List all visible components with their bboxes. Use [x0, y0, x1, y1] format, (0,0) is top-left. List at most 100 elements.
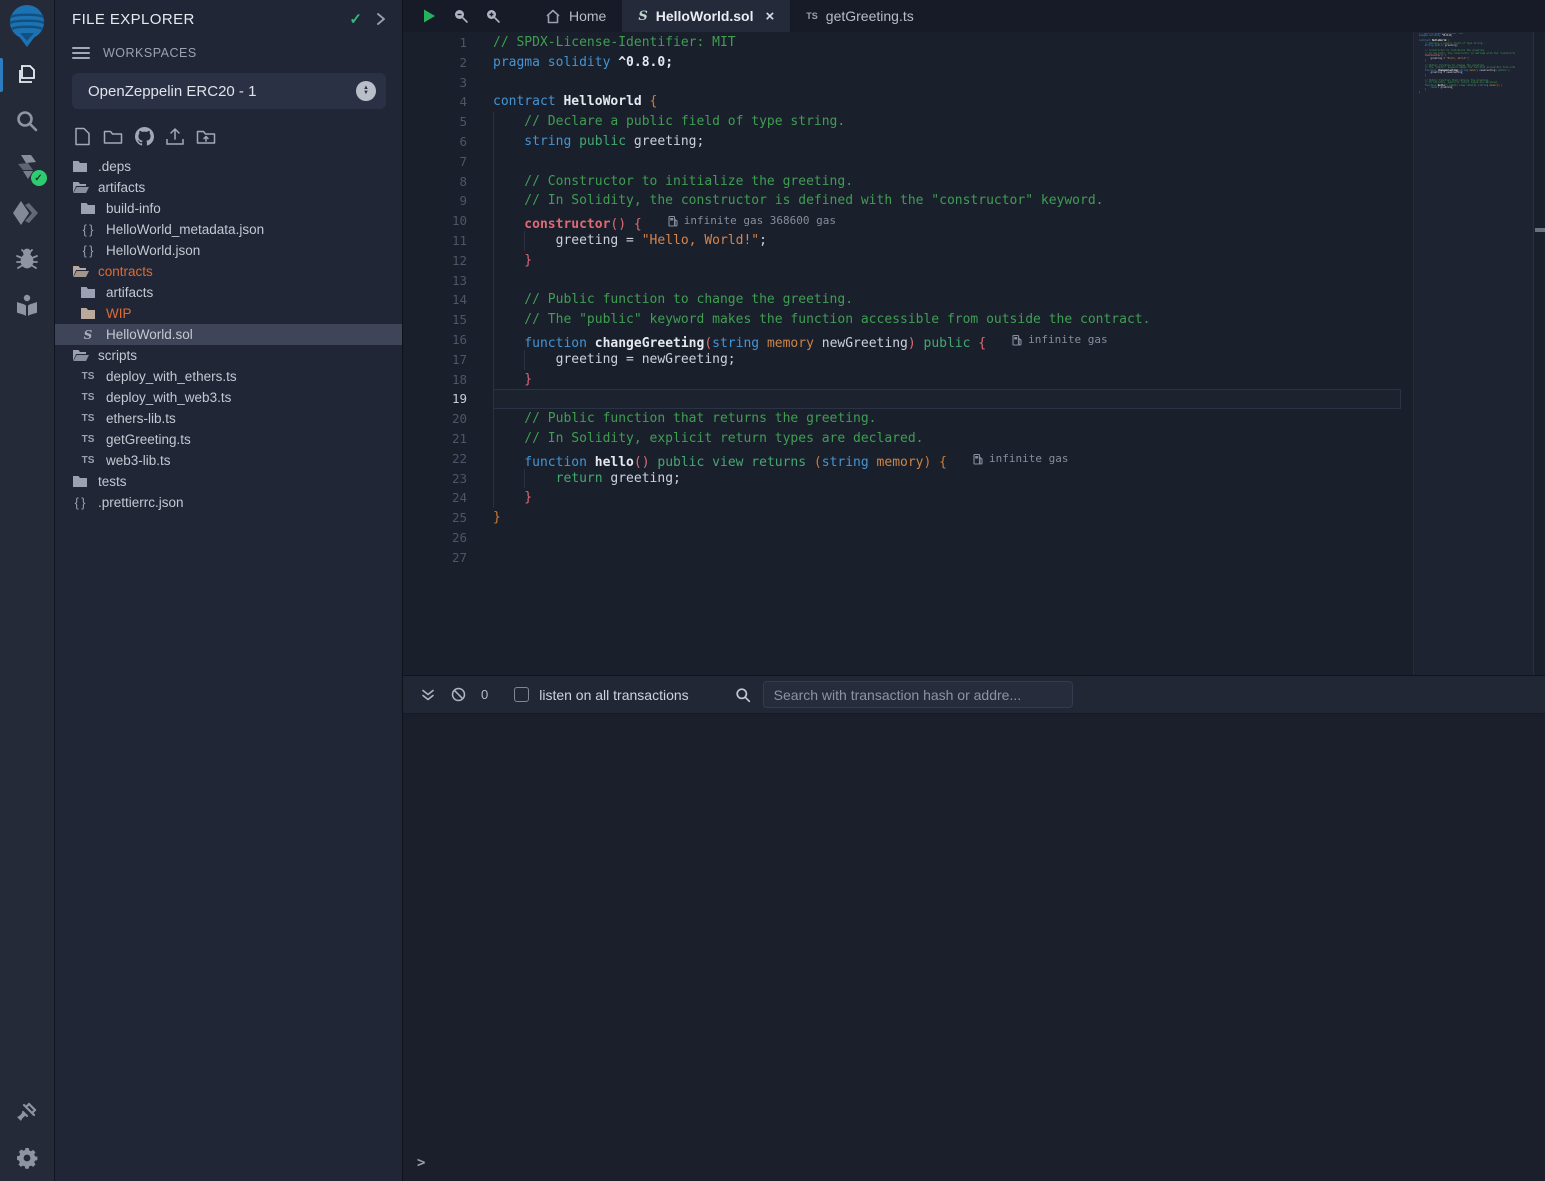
- tree-item-label: .prettierrc.json: [98, 495, 184, 510]
- minimap[interactable]: // SPDX-License-Identifier: MITpragma so…: [1419, 33, 1515, 99]
- tree-item-helloworld-metadata-json[interactable]: { }HelloWorld_metadata.json: [55, 219, 402, 240]
- code-line-12[interactable]: 12 }: [403, 251, 1413, 271]
- code-line-24[interactable]: 24 }: [403, 488, 1413, 508]
- gas-estimate-widget[interactable]: infinite gas 368600 gas: [668, 211, 836, 231]
- tree-item-artifacts[interactable]: artifacts: [55, 282, 402, 303]
- indent-guide: [493, 152, 494, 172]
- code-line-3[interactable]: 3: [403, 73, 1413, 93]
- line-number: 6: [403, 132, 493, 152]
- code-line-23[interactable]: 23 return greeting;: [403, 469, 1413, 489]
- code-line-7[interactable]: 7: [403, 152, 1413, 172]
- clear-console-icon[interactable]: [443, 687, 473, 702]
- workspace-select[interactable]: OpenZeppelin ERC20 - 1 ▲▼: [72, 73, 386, 109]
- code-line-15[interactable]: 15 // The "public" keyword makes the fun…: [403, 310, 1413, 330]
- code-line-18[interactable]: 18 }: [403, 370, 1413, 390]
- tree-item-helloworld-json[interactable]: { }HelloWorld.json: [55, 240, 402, 261]
- line-content: [493, 73, 1413, 93]
- ts-icon: TS: [79, 434, 97, 445]
- clone-git-repository-icon[interactable]: [133, 125, 155, 147]
- tab-home[interactable]: Home: [529, 0, 622, 32]
- plugin-manager-icon[interactable]: [0, 1089, 55, 1135]
- tree-item-ethers-lib-ts[interactable]: TSethers-lib.ts: [55, 408, 402, 429]
- create-new-file-icon[interactable]: [71, 125, 93, 147]
- line-content: [493, 528, 1413, 548]
- tree-item-getgreeting-ts[interactable]: TSgetGreeting.ts: [55, 429, 402, 450]
- code-line-16[interactable]: 16 function changeGreeting(string memory…: [403, 330, 1413, 350]
- line-number: 22: [403, 449, 493, 469]
- chevron-right-icon[interactable]: [376, 13, 386, 25]
- code-line-9[interactable]: 9 // In Solidity, the constructor is def…: [403, 191, 1413, 211]
- tree-item-label: deploy_with_ethers.ts: [106, 369, 237, 384]
- tab-getgreeting-ts[interactable]: TSgetGreeting.ts: [790, 0, 929, 32]
- code-line-13[interactable]: 13: [403, 271, 1413, 291]
- tree-item-helloworld-sol[interactable]: SHelloWorld.sol: [55, 324, 402, 345]
- upload-folder-icon[interactable]: [195, 125, 217, 147]
- code-editor[interactable]: 1// SPDX-License-Identifier: MIT2pragma …: [403, 32, 1413, 675]
- solidity-compiler-icon[interactable]: ✓: [0, 144, 55, 190]
- code-line-22[interactable]: 22 function hello() public view returns …: [403, 449, 1413, 469]
- indent-guide: [493, 211, 494, 231]
- code-line-27[interactable]: 27: [403, 548, 1413, 568]
- code-line-8[interactable]: 8 // Constructor to initialize the greet…: [403, 172, 1413, 192]
- indent-guide: [493, 350, 494, 370]
- code-line-19[interactable]: 19: [403, 389, 1413, 409]
- tree-item-build-info[interactable]: build-info: [55, 198, 402, 219]
- gas-estimate-widget[interactable]: infinite gas: [973, 449, 1068, 469]
- workspaces-menu-icon[interactable]: [72, 47, 90, 59]
- run-script-icon[interactable]: [421, 8, 437, 24]
- tree-item-artifacts[interactable]: artifacts: [55, 177, 402, 198]
- tree-item-wip[interactable]: WIP: [55, 303, 402, 324]
- code-line-5[interactable]: 5 // Declare a public field of type stri…: [403, 112, 1413, 132]
- code-line-1[interactable]: 1// SPDX-License-Identifier: MIT: [403, 33, 1413, 53]
- code-line-11[interactable]: 11 greeting = "Hello, World!";: [403, 231, 1413, 251]
- learneth-icon[interactable]: [0, 282, 55, 328]
- line-content: function changeGreeting(string memory ne…: [493, 330, 1413, 350]
- deploy-run-icon[interactable]: [0, 190, 55, 236]
- tab-helloworld-sol[interactable]: SHelloWorld.sol×: [622, 0, 790, 32]
- terminal-search-input[interactable]: [763, 681, 1073, 708]
- close-tab-icon[interactable]: ×: [766, 8, 775, 25]
- indent-guide: [493, 488, 494, 508]
- file-explorer-icon[interactable]: [0, 52, 55, 98]
- code-line-20[interactable]: 20 // Public function that returns the g…: [403, 409, 1413, 429]
- indent-guide: [524, 469, 525, 489]
- line-content: [493, 271, 1413, 291]
- json-icon: { }: [79, 244, 97, 258]
- remix-logo-icon[interactable]: [0, 0, 55, 52]
- settings-icon[interactable]: [0, 1135, 55, 1181]
- tree-item--prettierrc-json[interactable]: { } .prettierrc.json: [55, 492, 402, 513]
- code-line-10[interactable]: 10 constructor() {infinite gas 368600 ga…: [403, 211, 1413, 231]
- tree-item-deploy-with-web3-ts[interactable]: TSdeploy_with_web3.ts: [55, 387, 402, 408]
- code-line-14[interactable]: 14 // Public function to change the gree…: [403, 290, 1413, 310]
- debugger-icon[interactable]: [0, 236, 55, 282]
- indent-guide: [493, 251, 494, 271]
- code-line-21[interactable]: 21 // In Solidity, explicit return types…: [403, 429, 1413, 449]
- upload-files-icon[interactable]: [164, 125, 186, 147]
- tree-item-contracts[interactable]: contracts: [55, 261, 402, 282]
- tree-item-label: .deps: [98, 159, 131, 174]
- tree-item-label: web3-lib.ts: [106, 453, 171, 468]
- tree-item-scripts[interactable]: scripts: [55, 345, 402, 366]
- code-line-6[interactable]: 6 string public greeting;: [403, 132, 1413, 152]
- code-line-2[interactable]: 2pragma solidity ^0.8.0;: [403, 53, 1413, 73]
- expand-terminal-icon[interactable]: [413, 688, 443, 702]
- zoom-out-icon[interactable]: [453, 8, 469, 24]
- create-new-folder-icon[interactable]: [102, 125, 124, 147]
- code-line-17[interactable]: 17 greeting = newGreeting;: [403, 350, 1413, 370]
- tree-item--deps[interactable]: .deps: [55, 156, 402, 177]
- code-line-26[interactable]: 26: [403, 528, 1413, 548]
- tree-item-tests[interactable]: tests: [55, 471, 402, 492]
- code-line-4[interactable]: 4contract HelloWorld {: [403, 92, 1413, 112]
- gas-estimate-widget[interactable]: infinite gas: [1012, 330, 1107, 350]
- terminal-output[interactable]: >: [403, 714, 1545, 1181]
- json-icon: { }: [71, 496, 89, 510]
- listen-transactions-checkbox[interactable]: [514, 687, 529, 702]
- zoom-in-icon[interactable]: [485, 8, 501, 24]
- tree-item-deploy-with-ethers-ts[interactable]: TSdeploy_with_ethers.ts: [55, 366, 402, 387]
- code-line-25[interactable]: 25}: [403, 508, 1413, 528]
- tree-item-web3-lib-ts[interactable]: TSweb3-lib.ts: [55, 450, 402, 471]
- search-icon[interactable]: [0, 98, 55, 144]
- minimap-column: // SPDX-License-Identifier: MITpragma so…: [1413, 32, 1533, 675]
- scrollbar[interactable]: [1533, 32, 1545, 675]
- check-icon: ✓: [349, 10, 362, 28]
